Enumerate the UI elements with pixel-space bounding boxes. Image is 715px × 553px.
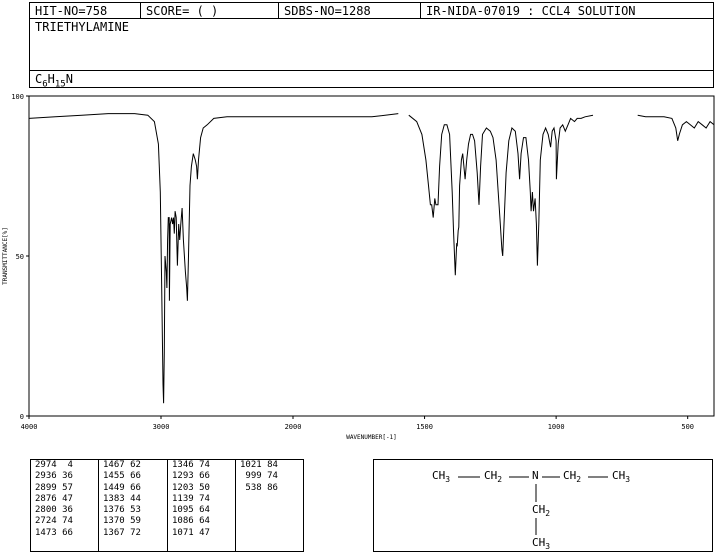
y-tick-label: 50	[16, 253, 24, 261]
hit-number: HIT-NO=758	[30, 3, 141, 19]
peak-entry: 2876 47	[35, 493, 73, 504]
peak-column-2: 1467 62 1455 66 1449 66 1383 44 1376 53 1370 …	[99, 460, 168, 551]
plot-frame	[28, 95, 715, 417]
sdbs-number: SDBS-NO=1288	[279, 3, 421, 19]
molecular-formula: C6H15N	[35, 72, 73, 89]
structure-bonds	[458, 476, 608, 535]
y-axis-label: TRANSMITTANCE[%]	[2, 227, 9, 285]
peak-column-1: 2974 4 2936 36 2899 57 2876 47 2800 36 2724 7…	[31, 460, 99, 551]
peak-entry: 999 74	[240, 471, 278, 482]
y-tick-label: 100	[11, 93, 24, 101]
score-field: SCORE= ( )	[141, 3, 279, 19]
peak-entry: 1346 74	[172, 460, 210, 470]
peak-entry: 1370 59	[103, 516, 141, 527]
formula-n: N	[65, 72, 73, 86]
peak-entry: 1203 50	[172, 482, 210, 493]
peak-entry: 2724 74	[35, 516, 73, 527]
x-axis-label: WAVENUMBER[-1]	[346, 434, 397, 441]
structure-diagram: CH3 CH2 N CH2 CH3 CH2 CH3	[373, 459, 713, 552]
peak-entry: 2936 36	[35, 471, 73, 482]
x-tick-label: 4000	[21, 423, 38, 431]
x-tick-label: 2000	[285, 423, 302, 431]
peak-entry: 1473 66	[35, 527, 73, 538]
y-tick-label: 0	[20, 413, 24, 421]
peak-entry: 1071 47	[172, 527, 210, 538]
peak-entry: 1086 64	[172, 516, 210, 527]
peak-entry: 1449 66	[103, 482, 141, 493]
x-tick-label: 500	[681, 423, 694, 431]
peak-entry: 538 86	[240, 482, 278, 493]
peak-column-4: 1021 84 999 74 538 86	[236, 460, 303, 551]
peak-entry: 1467 62	[103, 460, 141, 470]
peak-entry: 1367 72	[103, 527, 141, 538]
compound-name-panel: TRIETHYLAMINE	[29, 18, 714, 71]
spectrum-segment	[28, 113, 399, 404]
peak-entry: 2800 36	[35, 505, 73, 516]
chart-axes	[28, 95, 715, 417]
chart-ticks: 0 50 100 4000 3000 2000 1500 1000 500 WAVENUMBER[…	[2, 93, 694, 441]
spectrum-curve	[28, 113, 715, 404]
header-bar: HIT-NO=758 SCORE= ( ) SDBS-NO=1288 IR-NI…	[29, 2, 714, 19]
peak-entry: 2899 57	[35, 482, 73, 493]
peak-table: 2974 4 2936 36 2899 57 2876 47 2800 36 2724 7…	[30, 459, 304, 552]
spectrum-segment	[408, 114, 594, 276]
peak-entry: 2974 4	[35, 460, 73, 470]
peak-entry: 1383 44	[103, 493, 141, 504]
x-tick-label: 1500	[416, 423, 433, 431]
peak-column-3: 1346 74 1293 66 1203 50 1139 74 1095 64 1086 …	[168, 460, 236, 551]
x-tick-label: 1000	[548, 423, 565, 431]
compound-name: TRIETHYLAMINE	[35, 20, 129, 34]
spectrum-segment	[637, 114, 715, 141]
peak-entry: 1021 84	[240, 460, 278, 470]
peak-entry: 1139 74	[172, 493, 210, 504]
peak-entry: 1376 53	[103, 505, 141, 516]
peak-entry: 1455 66	[103, 471, 141, 482]
peak-entry: 1095 64	[172, 505, 210, 516]
peak-entry: 1293 66	[172, 471, 210, 482]
formula-panel: C6H15N	[29, 70, 714, 89]
formula-h: H	[47, 72, 55, 86]
ir-info: IR-NIDA-07019 : CCL4 SOLUTION	[426, 4, 636, 18]
ir-spectrum-chart: 0 50 100 4000 3000 2000 1500 1000 500 WAVENUMBER[…	[2, 93, 715, 441]
x-tick-label: 3000	[153, 423, 170, 431]
